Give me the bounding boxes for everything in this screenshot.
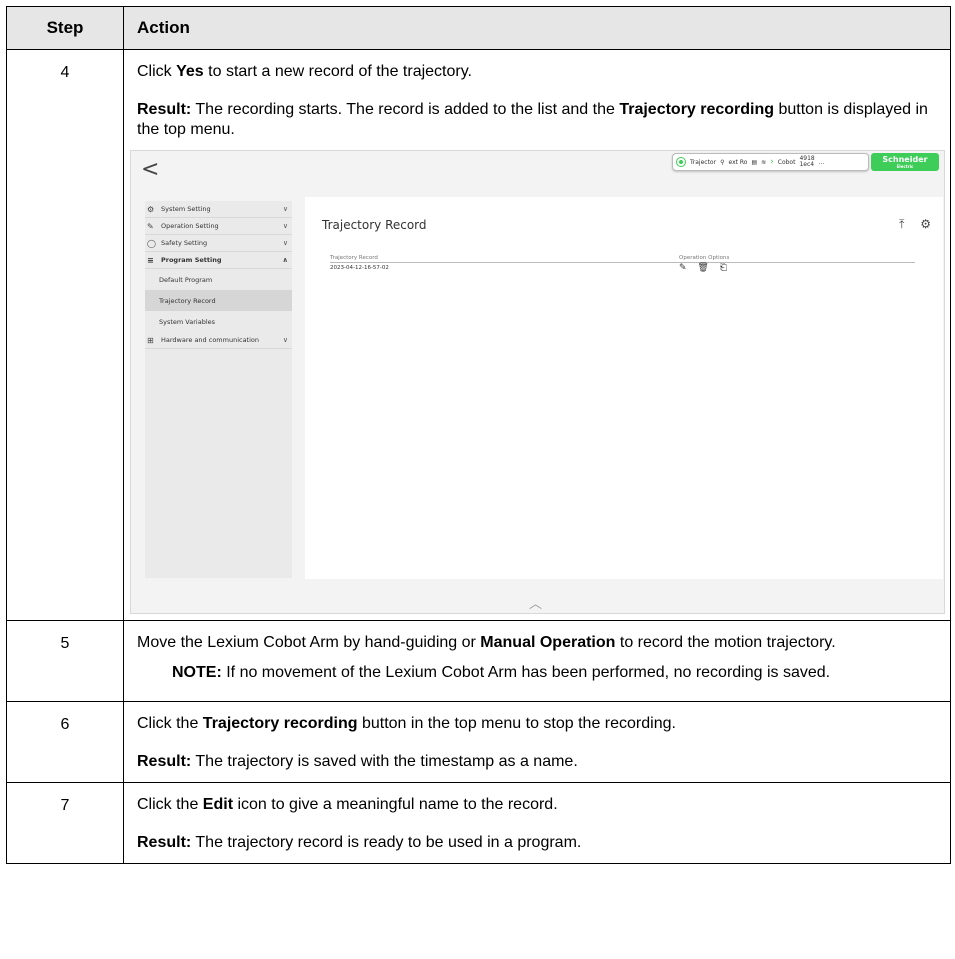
instruction-text: Click the Trajectory recording button in… [137, 715, 676, 732]
table-row-step-6: 6 Click the Trajectory recording button … [6, 701, 951, 783]
main-panel: Trajectory Record ⤒ ⚙ Trajectory Record O… [305, 197, 943, 579]
table-header-row: Step Action [6, 6, 951, 50]
clipboard-icon: ▤ [751, 158, 758, 166]
table-row-step-5: 5 Move the Lexium Cobot Arm by hand-guid… [6, 620, 951, 702]
gear-icon: ⚙ [147, 204, 155, 214]
wrench-icon: ✎ [147, 221, 154, 231]
chevron-down-icon: ∨ [282, 239, 288, 247]
chevron-down-icon: ∨ [282, 205, 288, 213]
settings-sidebar: ⚙ System Setting ∨ ✎ Operation Setting ∨ ◯ Sa… [145, 201, 292, 578]
action-cell: Click Yes to start a new record of the t… [123, 49, 951, 621]
note-text: NOTE: If no movement of the Lexium Cobot… [172, 664, 831, 681]
instruction-text: Click the Edit icon to give a meaningful… [137, 796, 558, 813]
external-robot-label: ext Ro [728, 158, 748, 166]
chevron-up-icon[interactable]: ︿ [529, 593, 542, 612]
shield-icon: ◯ [147, 238, 156, 248]
plug-icon: ⚲ [720, 158, 725, 166]
export-and-settings-icons[interactable]: ⤒ ⚙ [899, 217, 937, 232]
sliders-icon: ≡ [147, 255, 154, 265]
more-icon[interactable]: ... [819, 159, 825, 166]
result-text: Result: The trajectory is saved with the… [137, 753, 578, 770]
header-step: Step [6, 6, 124, 50]
trajectory-recording-button[interactable]: Trajector [690, 159, 716, 166]
action-cell: Click the Trajectory recording button in… [123, 701, 951, 783]
sidebar-item-operation-setting[interactable]: ✎ Operation Setting ∨ [145, 218, 292, 235]
table-row-step-7: 7 Click the Edit icon to give a meaningf… [6, 782, 951, 864]
app-screenshot: < Trajector ⚲ ext Ro ▤ ≋ › Cobot 4918 1ec… [130, 150, 945, 614]
sidebar-item-system-setting[interactable]: ⚙ System Setting ∨ [145, 201, 292, 218]
sidebar-item-system-variables[interactable]: System Variables [145, 311, 292, 332]
step-number: 5 [6, 620, 124, 702]
record-name: 2023-04-12-16-57-02 [330, 265, 389, 271]
wifi-icon: ≋ [761, 158, 767, 166]
header-action: Action [123, 6, 951, 50]
table-row-step-4: 4 Click Yes to start a new record of the… [6, 49, 951, 621]
cobot-label: Cobot [777, 158, 796, 166]
instruction-text: Click Yes to start a new record of the t… [137, 63, 472, 80]
back-arrow-icon[interactable]: < [141, 157, 159, 182]
step-number: 6 [6, 701, 124, 783]
chevron-down-icon: ∨ [282, 222, 288, 230]
counter: 4918 1ec4 [799, 155, 815, 168]
cobot-status-icon: › [770, 157, 774, 167]
record-row: 2023-04-12-16-57-02 ✎ 🗑 ⎗ [330, 263, 915, 273]
step-number: 4 [6, 49, 124, 621]
schneider-logo: Schneider Electric [871, 153, 939, 171]
steps-table: Step Action 4 Click Yes to start a new r… [6, 6, 951, 864]
record-table-header: Trajectory Record Operation Options [330, 255, 915, 263]
instruction-text: Move the Lexium Cobot Arm by hand-guidin… [137, 634, 836, 651]
sidebar-item-hardware-communication[interactable]: ⊞ Hardware and communication ∨ [145, 332, 292, 349]
result-text: Result: The recording starts. The record… [137, 101, 928, 138]
top-status-bar: Trajector ⚲ ext Ro ▤ ≋ › Cobot 4918 1ec4 … [672, 153, 869, 171]
edit-delete-export-icons[interactable]: ✎ 🗑 ⎗ [679, 263, 731, 273]
chevron-up-icon: ∧ [282, 256, 288, 264]
sidebar-item-safety-setting[interactable]: ◯ Safety Setting ∨ [145, 235, 292, 252]
recording-icon[interactable] [676, 157, 686, 167]
page-title: Trajectory Record [322, 218, 427, 232]
sidebar-item-trajectory-record[interactable]: Trajectory Record [145, 290, 292, 311]
step-number: 7 [6, 782, 124, 864]
result-text: Result: The trajectory record is ready t… [137, 834, 582, 851]
chevron-down-icon: ∨ [282, 336, 288, 344]
action-cell: Click the Edit icon to give a meaningful… [123, 782, 951, 864]
network-icon: ⊞ [147, 335, 154, 345]
action-cell: Move the Lexium Cobot Arm by hand-guidin… [123, 620, 951, 702]
sidebar-item-default-program[interactable]: Default Program [145, 269, 292, 290]
sidebar-item-program-setting[interactable]: ≡ Program Setting ∧ [145, 252, 292, 269]
